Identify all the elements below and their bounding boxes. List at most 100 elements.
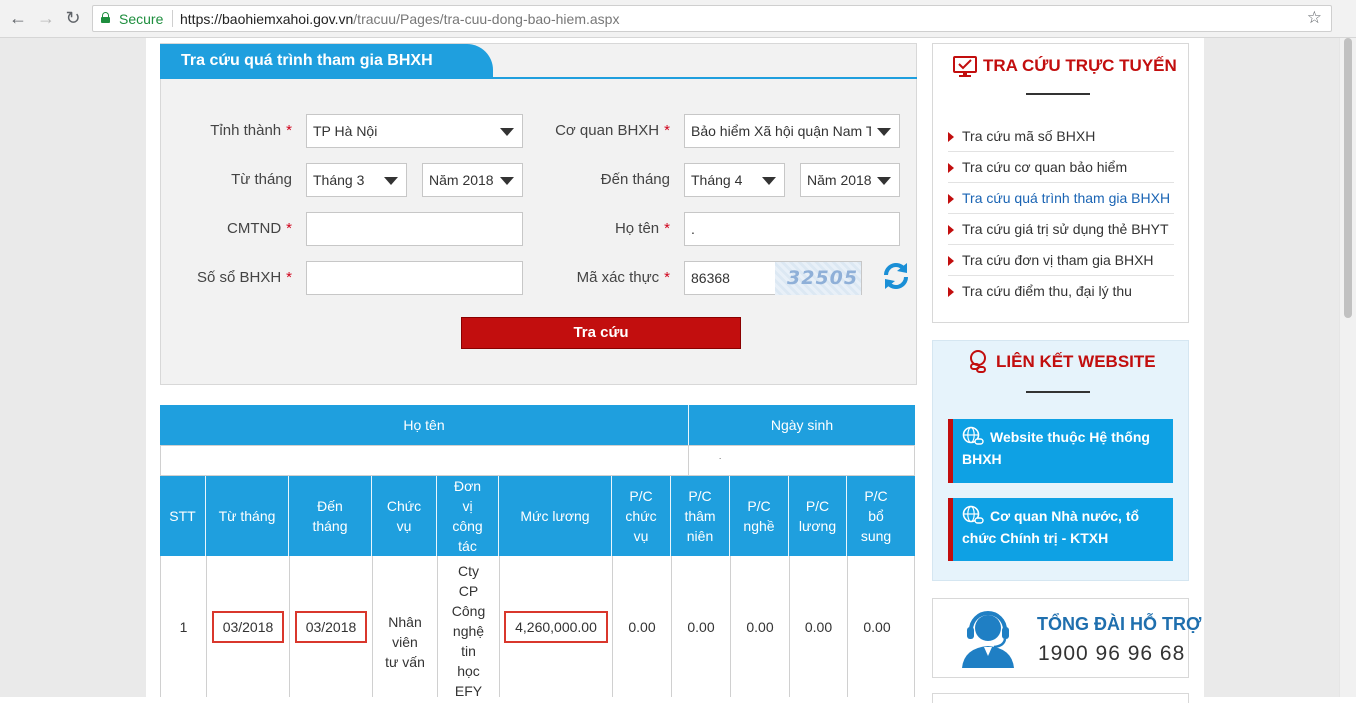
full-name-input[interactable]: . <box>684 212 900 246</box>
from-month-label: Từ tháng <box>231 171 292 188</box>
scroll-thumb[interactable] <box>1344 38 1352 318</box>
required-mark: * <box>664 220 670 237</box>
id-number-input[interactable] <box>306 212 523 246</box>
insurance-book-input[interactable] <box>306 261 523 295</box>
hotline-number: 1900 96 96 68 <box>1038 642 1186 665</box>
sidebar-item-co-quan-bao-hiem[interactable]: Tra cứu cơ quan bảo hiểm <box>948 152 1174 183</box>
col-pc-seniority: P/C thâm niên <box>684 488 716 544</box>
browser-toolbar: ← → ↻ Secure https://baohiemxahoi.gov.vn… <box>0 0 1356 38</box>
cell-to-month: 03/2018 <box>290 556 372 697</box>
cell-stt: 1 <box>179 618 188 635</box>
sidebar-item-label: Tra cứu giá trị sử dụng thẻ BHYT <box>962 221 1169 237</box>
page-scrollbar[interactable] <box>1339 38 1356 697</box>
col-to-month: Đến tháng <box>312 498 348 534</box>
links-panel-title: LIÊN KẾT WEBSITE <box>996 352 1156 371</box>
bullet-triangle-icon <box>948 194 954 204</box>
col-unit: Đơn vị công tác <box>452 478 483 554</box>
url-text[interactable]: https://baohiemxahoi.gov.vn/tracuu/Pages… <box>180 11 619 27</box>
lock-icon <box>101 12 110 23</box>
to-month-label: Đến tháng <box>600 171 670 188</box>
globe-icon <box>962 505 984 524</box>
col-pc-job: P/C nghề <box>743 498 775 534</box>
required-mark: * <box>286 269 292 286</box>
highlighted-from-month: 03/2018 <box>211 610 285 643</box>
name-label: Họ tên * <box>530 220 670 237</box>
sidebar-item-the-bhyt[interactable]: Tra cứu giá trị sử dụng thẻ BHYT <box>948 214 1174 245</box>
bullet-triangle-icon <box>948 256 954 266</box>
title-rule <box>1026 93 1090 95</box>
captcha-label: Mã xác thực * <box>530 269 670 286</box>
from-month-select[interactable]: Tháng 3 <box>306 163 407 197</box>
hotline-title: TỔNG ĐÀI HỖ TRỢ <box>1037 614 1202 634</box>
col-pc-extra: P/C bổ sung <box>860 488 892 544</box>
next-panel-edge <box>932 693 1189 703</box>
required-mark: * <box>286 220 292 237</box>
sidebar-item-label: Tra cứu điểm thu, đại lý thu <box>962 283 1132 299</box>
province-select[interactable]: TP Hà Nội <box>306 114 523 148</box>
chevron-down-icon <box>500 128 514 136</box>
link-button-state-agencies[interactable]: Cơ quan Nhà nước, tổ chức Chính trị - KT… <box>948 498 1173 561</box>
cell-pc-extra: 0.00 <box>863 618 891 635</box>
book-label-text: Số sổ BHXH <box>196 269 282 286</box>
table-row: 1 03/2018 03/2018 Nhân viên tư vấn Cty C… <box>160 556 915 699</box>
address-bar[interactable]: Secure https://baohiemxahoi.gov.vn/tracu… <box>92 5 1332 32</box>
person-table-header: Họ tên Ngày sinh <box>160 405 915 445</box>
history-table-header: STT Từ tháng Đến tháng Chức vụ Đơn vị cô… <box>160 476 915 556</box>
bullet-triangle-icon <box>948 225 954 235</box>
cell-pc-position: 0.00 <box>628 618 656 635</box>
id-label: CMTND * <box>160 220 292 237</box>
chevron-down-icon <box>500 177 514 185</box>
person-table-row: . <box>160 445 915 476</box>
book-label: Số sổ BHXH * <box>160 269 292 286</box>
agency-label-text: Cơ quan BHXH <box>555 122 660 139</box>
header-birth-date: Ngày sinh <box>770 417 834 433</box>
cell-position: Nhân viên tư vấn <box>385 614 425 670</box>
reload-icon[interactable]: ↻ <box>63 8 83 28</box>
col-from-month: Từ tháng <box>218 508 276 524</box>
agency-select[interactable]: Bảo hiểm Xã hội quận Nam Từ <box>684 114 900 148</box>
sidebar-item-don-vi-tham-gia[interactable]: Tra cứu đơn vị tham gia BHXH <box>948 245 1174 276</box>
link-button-label: Cơ quan Nhà nước, tổ chức Chính trị - KT… <box>962 508 1140 546</box>
col-stt: STT <box>169 508 196 524</box>
cell-from-month: 03/2018 <box>207 556 289 697</box>
link-button-bhxh-system[interactable]: Website thuộc Hệ thống BHXH <box>948 419 1173 483</box>
required-mark: * <box>664 269 670 286</box>
search-button[interactable]: Tra cứu <box>461 317 741 349</box>
captcha-image: 32505 <box>775 262 861 295</box>
chevron-down-icon <box>762 177 776 185</box>
star-icon[interactable]: ☆ <box>1307 8 1322 28</box>
cell-pc-job: 0.00 <box>746 618 774 635</box>
to-month-select[interactable]: Tháng 4 <box>684 163 785 197</box>
secure-label: Secure <box>119 11 164 27</box>
cell-unit: Cty CP Công nghệ tin học EFY <box>451 563 486 699</box>
bullet-triangle-icon <box>948 287 954 297</box>
sidebar-item-ma-so-bhxh[interactable]: Tra cứu mã số BHXH <box>948 121 1174 152</box>
agency-label: Cơ quan BHXH * <box>530 122 670 139</box>
headset-icon <box>962 611 1014 668</box>
sidebar-item-qua-trinh-tham-gia[interactable]: Tra cứu quá trình tham gia BHXH <box>948 183 1174 214</box>
col-pc-salary: P/C lương <box>798 498 837 534</box>
sidebar-item-label: Tra cứu mã số BHXH <box>962 128 1096 144</box>
sidebar-item-label: Tra cứu đơn vị tham gia BHXH <box>962 252 1154 268</box>
col-position: Chức vụ <box>386 498 422 534</box>
url-host: https://baohiemxahoi.gov.vn <box>180 11 354 27</box>
chevron-down-icon <box>877 177 891 185</box>
back-icon[interactable]: ← <box>8 8 28 28</box>
id-label-text: CMTND <box>227 220 282 237</box>
chevron-down-icon <box>384 177 398 185</box>
refresh-captcha-icon[interactable] <box>880 260 912 292</box>
highlighted-salary: 4,260,000.00 <box>504 610 608 643</box>
cell-salary: 4,260,000.00 <box>500 556 612 697</box>
from-year-select[interactable]: Năm 2018 <box>422 163 523 197</box>
lookup-panel-title: TRA CỨU TRỰC TUYẾN <box>983 56 1177 75</box>
bullet-triangle-icon <box>948 163 954 173</box>
to-year-select[interactable]: Năm 2018 <box>800 163 900 197</box>
sidebar-item-label: Tra cứu quá trình tham gia BHXH <box>962 190 1171 206</box>
url-path: /tracuu/Pages/tra-cuu-dong-bao-hiem.aspx <box>353 11 620 27</box>
sidebar-item-diem-thu[interactable]: Tra cứu điểm thu, đại lý thu <box>948 276 1174 307</box>
forward-icon[interactable]: → <box>36 8 56 28</box>
cell-pc-salary: 0.00 <box>804 618 833 635</box>
monitor-icon <box>953 56 977 77</box>
form-title-rule <box>160 77 917 79</box>
name-label-text: Họ tên <box>614 220 660 237</box>
